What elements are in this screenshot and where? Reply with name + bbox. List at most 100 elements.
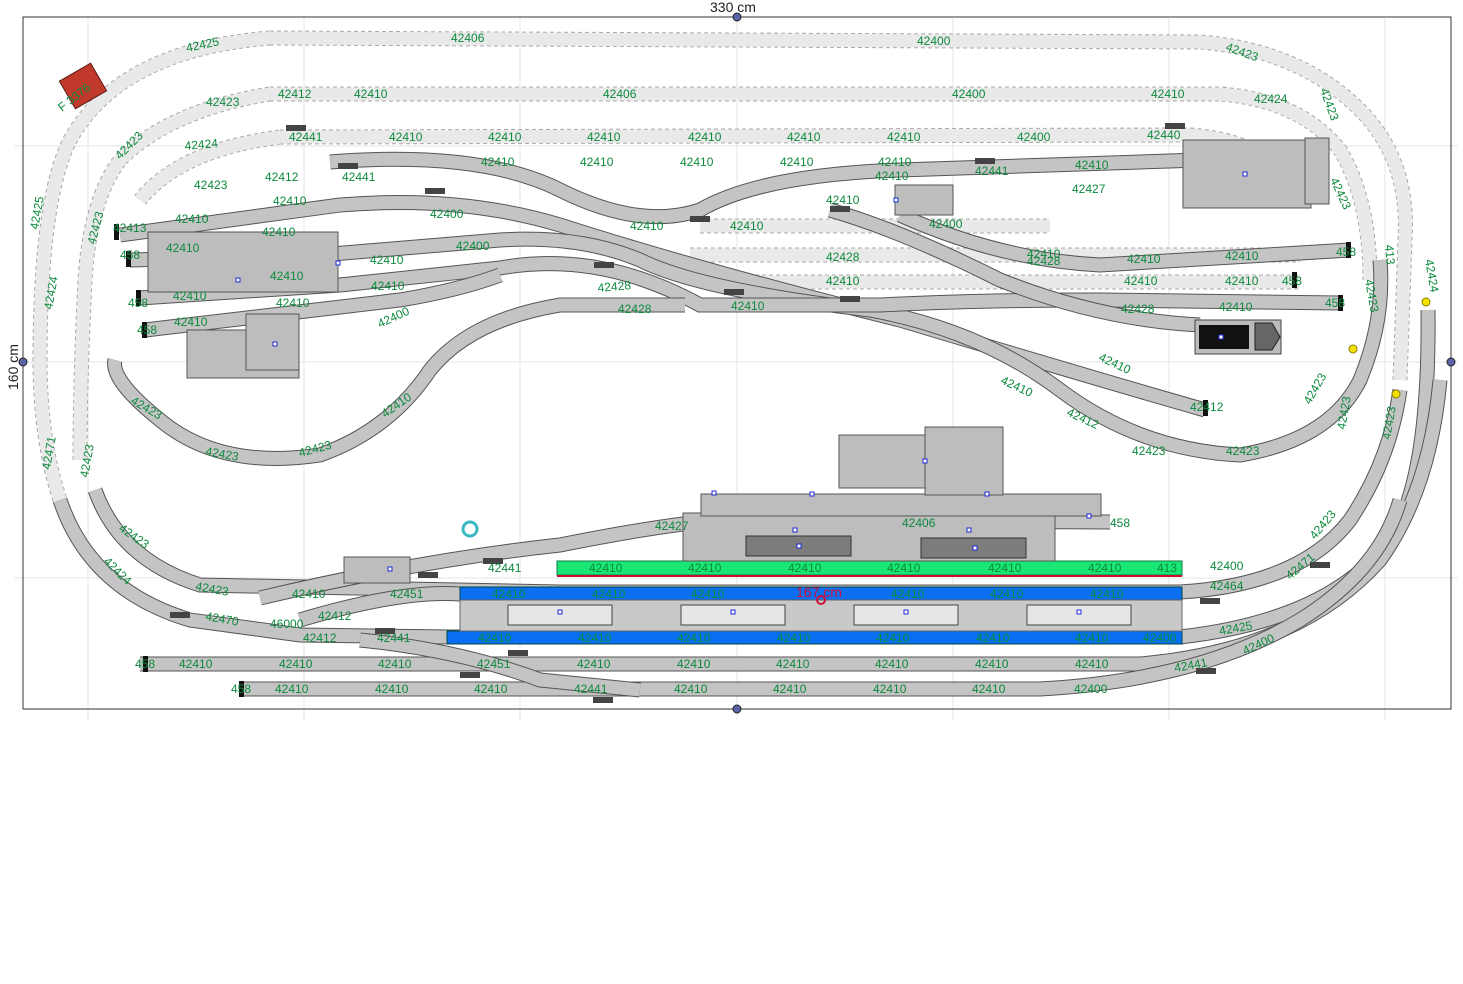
svg-text:42410: 42410 (777, 631, 811, 645)
svg-text:42410: 42410 (378, 657, 412, 671)
svg-text:42410: 42410 (680, 155, 714, 169)
svg-text:42406: 42406 (902, 516, 936, 530)
svg-text:42423: 42423 (1334, 395, 1354, 431)
small-shed (343, 556, 411, 584)
height-dimension: 160 cm (5, 344, 21, 390)
svg-text:42410: 42410 (776, 657, 810, 671)
svg-text:42410: 42410 (887, 130, 921, 144)
svg-text:42413: 42413 (113, 221, 147, 235)
svg-text:42424: 42424 (1422, 258, 1442, 294)
width-dimension: 330 cm (710, 0, 756, 15)
svg-text:42410: 42410 (875, 657, 909, 671)
svg-text:42410: 42410 (276, 296, 310, 310)
svg-text:42410: 42410 (279, 657, 313, 671)
svg-text:42410: 42410 (773, 682, 807, 696)
svg-text:458: 458 (1110, 516, 1130, 530)
svg-text:42410: 42410 (677, 631, 711, 645)
svg-text:42410: 42410 (891, 587, 925, 601)
svg-text:167 cm: 167 cm (796, 584, 842, 600)
cursor-ring (461, 520, 479, 538)
svg-text:42410: 42410 (173, 289, 207, 303)
svg-text:42410: 42410 (371, 279, 405, 293)
svg-text:413: 413 (1382, 244, 1398, 265)
svg-text:42400: 42400 (929, 217, 963, 231)
svg-text:42410: 42410 (589, 561, 623, 575)
svg-text:42410: 42410 (730, 219, 764, 233)
building-tower (924, 426, 1004, 496)
svg-text:42440: 42440 (1147, 128, 1181, 142)
svg-text:46000: 46000 (270, 617, 304, 631)
svg-text:42410: 42410 (592, 587, 626, 601)
svg-text:42410: 42410 (1088, 561, 1122, 575)
svg-text:42412: 42412 (303, 631, 337, 645)
svg-text:42410: 42410 (354, 87, 388, 101)
svg-text:42410: 42410 (370, 253, 404, 267)
svg-text:42423: 42423 (1300, 370, 1329, 406)
svg-text:42412: 42412 (278, 87, 312, 101)
svg-text:42410: 42410 (488, 130, 522, 144)
svg-text:458: 458 (1336, 245, 1356, 259)
svg-text:42410: 42410 (580, 155, 614, 169)
svg-text:42400: 42400 (1210, 559, 1244, 573)
svg-text:42406: 42406 (451, 31, 485, 45)
svg-text:458: 458 (120, 248, 140, 262)
svg-text:42410: 42410 (887, 561, 921, 575)
svg-text:42423: 42423 (206, 95, 240, 109)
svg-text:42410: 42410 (688, 130, 722, 144)
svg-text:42410: 42410 (275, 682, 309, 696)
svg-text:42412: 42412 (1190, 400, 1224, 414)
svg-text:42441: 42441 (975, 164, 1009, 178)
svg-text:42428: 42428 (826, 250, 860, 264)
svg-text:42410: 42410 (481, 155, 515, 169)
svg-text:42410: 42410 (688, 561, 722, 575)
svg-text:42410: 42410 (1219, 300, 1253, 314)
svg-text:42410: 42410 (975, 657, 1009, 671)
svg-text:42424: 42424 (1254, 92, 1288, 106)
svg-text:42441: 42441 (488, 561, 522, 575)
svg-text:42428: 42428 (1027, 254, 1061, 268)
svg-text:42441: 42441 (289, 130, 323, 144)
svg-text:42400: 42400 (430, 207, 464, 221)
svg-text:42410: 42410 (174, 315, 208, 329)
svg-text:42410: 42410 (875, 169, 909, 183)
svg-text:42410: 42410 (972, 682, 1006, 696)
svg-text:42410: 42410 (1127, 252, 1161, 266)
svg-text:42400: 42400 (1074, 682, 1108, 696)
svg-text:42400: 42400 (1143, 631, 1177, 645)
svg-text:42410: 42410 (1075, 158, 1109, 172)
svg-text:42410: 42410 (691, 587, 725, 601)
svg-text:42410: 42410 (578, 631, 612, 645)
svg-text:42425: 42425 (1218, 618, 1254, 638)
svg-text:42412: 42412 (265, 170, 299, 184)
svg-text:42410: 42410 (976, 631, 1010, 645)
svg-text:42428: 42428 (1121, 302, 1155, 316)
svg-text:42410: 42410 (780, 155, 814, 169)
svg-text:42410: 42410 (179, 657, 213, 671)
svg-text:42410: 42410 (262, 225, 296, 239)
svg-text:42423: 42423 (1226, 444, 1260, 458)
svg-text:42410: 42410 (826, 193, 860, 207)
svg-text:42424: 42424 (184, 136, 219, 153)
svg-text:458: 458 (137, 323, 157, 337)
svg-text:42410: 42410 (1151, 87, 1185, 101)
svg-text:42410: 42410 (577, 657, 611, 671)
svg-text:42423: 42423 (1132, 444, 1166, 458)
svg-text:458: 458 (1325, 296, 1345, 310)
svg-text:42410: 42410 (787, 130, 821, 144)
svg-text:42451: 42451 (390, 587, 424, 601)
track-plan-canvas[interactable]: 330 cm 160 cm F 3376 42406 42400 42425 4… (0, 0, 1463, 984)
svg-text:42410: 42410 (270, 269, 304, 283)
svg-text:42400: 42400 (952, 87, 986, 101)
svg-text:42410: 42410 (630, 219, 664, 233)
svg-text:42410: 42410 (478, 631, 512, 645)
svg-text:42423: 42423 (194, 178, 228, 192)
svg-text:42410: 42410 (873, 682, 907, 696)
svg-text:42410: 42410 (587, 130, 621, 144)
svg-text:42451: 42451 (477, 657, 511, 671)
svg-text:42410: 42410 (1225, 249, 1259, 263)
svg-text:42428: 42428 (597, 278, 632, 295)
svg-text:42441: 42441 (342, 170, 376, 184)
svg-text:42428: 42428 (618, 302, 652, 316)
svg-text:42410: 42410 (1225, 274, 1259, 288)
svg-text:42410: 42410 (1075, 631, 1109, 645)
